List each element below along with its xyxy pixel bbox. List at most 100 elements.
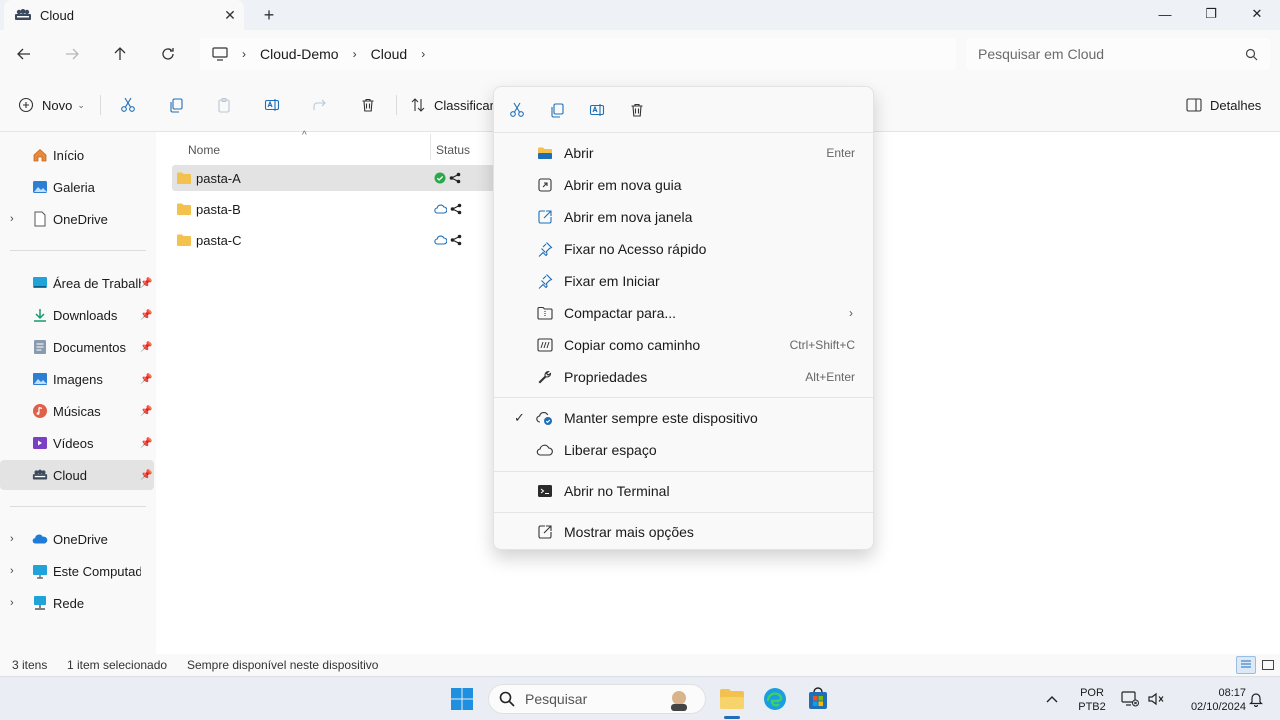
breadcrumb-separator[interactable]: › [421, 47, 425, 61]
tray-overflow-button[interactable] [1038, 685, 1066, 713]
input-language[interactable]: POR PTB2 [1074, 686, 1110, 714]
menu-item-open-terminal[interactable]: Abrir no Terminal [498, 475, 869, 507]
sidebar-item-home[interactable]: Início [0, 140, 154, 170]
chevron-right-icon[interactable]: › [10, 597, 14, 609]
sidebar-item-network[interactable]: › Rede [0, 588, 154, 618]
menu-item-label: Abrir no Terminal [564, 483, 670, 499]
taskbar-edge[interactable] [761, 685, 789, 713]
chevron-right-icon[interactable]: › [10, 565, 14, 577]
sidebar-item-downloads[interactable]: Downloads 📌 [0, 300, 154, 330]
arrow-up-icon [114, 47, 126, 60]
sidebar-item-music[interactable]: Músicas 📌 [0, 396, 154, 426]
menu-item-more-options[interactable]: Mostrar mais opções [498, 516, 869, 548]
chevron-right-icon[interactable]: › [10, 213, 14, 225]
share-icon [313, 99, 326, 110]
breadcrumb-separator[interactable]: › [353, 47, 357, 61]
address-bar[interactable]: › Cloud-Demo › Cloud › [200, 38, 956, 70]
column-divider[interactable] [430, 134, 431, 160]
menu-item-properties[interactable]: Propriedades Alt+Enter [498, 361, 869, 393]
sort-button[interactable]: Classificar [410, 91, 494, 119]
share-button[interactable] [308, 91, 332, 119]
tray-network[interactable] [1116, 685, 1144, 713]
forward-button[interactable] [58, 40, 86, 68]
search-input[interactable] [978, 46, 1245, 62]
delete-button[interactable] [356, 91, 380, 119]
cut-action[interactable] [506, 99, 528, 121]
tab-cloud[interactable]: Cloud ✕ [4, 0, 244, 30]
sidebar-item-videos[interactable]: Vídeos 📌 [0, 428, 154, 458]
breadcrumb-cloud-demo[interactable]: Cloud-Demo [260, 46, 339, 62]
pin-icon[interactable]: 📌 [140, 470, 152, 481]
notifications-button[interactable] [1242, 685, 1270, 713]
menu-item-copy-path[interactable]: Copiar como caminho Ctrl+Shift+C [498, 329, 869, 361]
column-header-status[interactable]: Status [436, 138, 470, 162]
computer-icon[interactable] [212, 47, 228, 61]
minimize-button[interactable]: — [1142, 0, 1188, 28]
back-button[interactable] [10, 40, 38, 68]
sidebar-item-cloud[interactable]: Cloud 📌 [0, 460, 154, 490]
pin-icon[interactable]: 📌 [140, 438, 152, 449]
copy-action[interactable] [546, 99, 568, 121]
close-tab-icon[interactable]: ✕ [216, 1, 244, 29]
tiles-view-button[interactable] [1258, 656, 1278, 674]
zip-folder-icon [536, 304, 554, 322]
sidebar-item-documents[interactable]: Documentos 📌 [0, 332, 154, 362]
cut-button[interactable] [116, 91, 140, 119]
pin-icon [536, 272, 554, 290]
sidebar-item-this-pc[interactable]: › Este Computador [0, 556, 154, 586]
taskbar-search[interactable]: Pesquisar [488, 684, 706, 714]
menu-item-open[interactable]: Abrir Enter [498, 137, 869, 169]
maximize-button[interactable]: ❐ [1188, 0, 1234, 28]
taskbar-file-explorer[interactable] [718, 685, 746, 713]
pin-icon[interactable]: 📌 [140, 310, 152, 321]
details-button[interactable]: Detalhes [1186, 91, 1261, 119]
menu-divider [494, 512, 873, 513]
menu-item-free-space[interactable]: Liberar espaço [498, 434, 869, 466]
sidebar-item-label: Músicas [53, 403, 101, 419]
file-row[interactable]: pasta-A [172, 165, 502, 191]
rename-action[interactable] [586, 99, 608, 121]
breadcrumb-cloud[interactable]: Cloud [371, 46, 408, 62]
paste-button[interactable] [212, 91, 236, 119]
start-button[interactable] [448, 685, 476, 713]
menu-item-keep-on-device[interactable]: ✓ Manter sempre este dispositivo [498, 402, 869, 434]
pin-icon[interactable]: 📌 [140, 406, 152, 417]
sidebar-item-gallery[interactable]: Galeria [0, 172, 154, 202]
copy-button[interactable] [164, 91, 188, 119]
menu-item-pin-quick-access[interactable]: Fixar no Acesso rápido [498, 233, 869, 265]
file-row[interactable]: pasta-B [172, 196, 502, 222]
up-button[interactable] [106, 40, 134, 68]
pin-icon[interactable]: 📌 [140, 342, 152, 353]
close-window-button[interactable]: ✕ [1234, 0, 1280, 28]
refresh-button[interactable] [154, 40, 182, 68]
plus-circle-icon [18, 97, 34, 113]
pin-icon[interactable]: 📌 [140, 374, 152, 385]
clock[interactable]: 08:17 02/10/2024 [1172, 686, 1246, 714]
sidebar-item-onedrive[interactable]: › OneDrive [0, 524, 154, 554]
details-view-button[interactable] [1236, 656, 1256, 674]
taskbar-store[interactable] [804, 685, 832, 713]
tray-volume[interactable] [1142, 685, 1170, 713]
trash-icon [631, 103, 643, 117]
new-button[interactable]: Novo ⌄ [18, 91, 85, 119]
sidebar-item-pictures[interactable]: Imagens 📌 [0, 364, 154, 394]
menu-item-open-new-window[interactable]: Abrir em nova janela [498, 201, 869, 233]
context-menu-quick-actions [494, 87, 873, 133]
menu-item-compress[interactable]: Compactar para... › [498, 297, 869, 329]
file-row[interactable]: pasta-C [172, 227, 502, 253]
search-box[interactable] [966, 38, 1270, 70]
menu-item-open-new-tab[interactable]: Abrir em nova guia [498, 169, 869, 201]
pin-icon[interactable]: 📌 [140, 278, 152, 289]
menu-item-pin-start[interactable]: Fixar em Iniciar [498, 265, 869, 297]
more-options-icon [536, 523, 554, 541]
chevron-right-icon[interactable]: › [10, 533, 14, 545]
column-header-name[interactable]: Nome [188, 138, 220, 162]
new-tab-button[interactable]: + [256, 2, 282, 28]
sidebar-item-desktop[interactable]: Área de Trabalho 📌 [0, 268, 154, 298]
pictures-icon [32, 371, 48, 387]
sidebar-item-onedrive-personal[interactable]: › OneDrive [0, 204, 154, 234]
divider [396, 95, 397, 115]
delete-action[interactable] [626, 99, 648, 121]
breadcrumb-separator[interactable]: › [242, 47, 246, 61]
rename-button[interactable] [260, 91, 284, 119]
